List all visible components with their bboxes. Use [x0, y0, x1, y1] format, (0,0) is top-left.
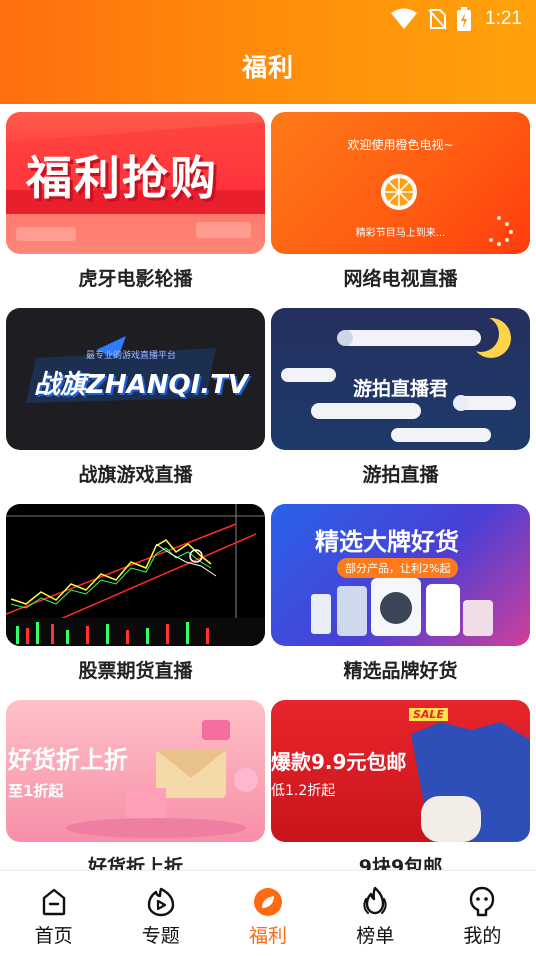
tab-label: 我的: [463, 925, 502, 947]
card-thumbnail: SALE 爆款9.9元包邮 低1.2折起: [271, 700, 530, 842]
tab-label: 福利: [249, 925, 288, 947]
card-thumbnail: [6, 504, 265, 646]
tab-home[interactable]: 首页: [0, 871, 107, 956]
card-discount-goods[interactable]: 好货折上折 至1折起 好货折上折: [6, 700, 265, 870]
status-time: 1:21: [485, 8, 522, 29]
stock-chart-art: [6, 504, 265, 646]
card-label: 战旗游戏直播: [78, 464, 193, 486]
zhanqi-slogan: 最专业的游戏直播平台: [86, 351, 177, 361]
profile-icon: [470, 886, 495, 917]
tab-profile[interactable]: 我的: [429, 871, 536, 956]
tab-rank[interactable]: 榜单: [322, 871, 429, 956]
card-stock-futures[interactable]: 股票期货直播: [6, 504, 265, 682]
tab-label: 榜单: [356, 925, 395, 947]
home-icon: [42, 888, 65, 916]
battery-charging-icon: [457, 7, 472, 31]
card-network-tv[interactable]: 欢迎使用橙色电视~ 精彩节目马上到来... 网络电视直播: [271, 112, 530, 290]
zhanqi-logo-text: 战旗ZHANQI.TV: [34, 370, 249, 400]
no-sim-icon: [428, 9, 447, 30]
topic-icon: [147, 887, 174, 917]
page-title: 福利: [241, 53, 294, 82]
card-zhanqi-game[interactable]: 战旗ZHANQI.TV 最专业的游戏直播平台 战旗游戏直播: [6, 308, 265, 486]
card-thumbnail: 战旗ZHANQI.TV 最专业的游戏直播平台: [6, 308, 265, 450]
card-label: 精选品牌好货: [343, 660, 458, 682]
card-label: 股票期货直播: [78, 660, 193, 682]
card-thumbnail: 精选大牌好货 部分产品，让利2%起: [271, 504, 530, 646]
card-9-9-free-ship[interactable]: SALE 爆款9.9元包邮 低1.2折起 9块9包邮: [271, 700, 530, 870]
tab-topic[interactable]: 专题: [107, 871, 214, 956]
products-art: [311, 578, 493, 636]
youpai-banner-text: 游拍直播君: [352, 378, 448, 400]
app-header: 1:21 福利: [0, 0, 536, 104]
card-thumbnail: 游拍直播君: [271, 308, 530, 450]
card-youpai-live[interactable]: 游拍直播君 游拍直播: [271, 308, 530, 486]
bottom-tab-bar: 首页 专题 福利 榜单 我的: [0, 870, 536, 956]
card-thumbnail: 福利抢购: [6, 112, 265, 254]
card-label: 9块9包邮: [358, 856, 443, 870]
card-huya-movie[interactable]: 福利抢购 虎牙电影轮播: [6, 112, 265, 290]
status-bar: 1:21: [391, 6, 522, 32]
rank-icon: [363, 886, 387, 915]
card-thumbnail: 欢迎使用橙色电视~ 精彩节目马上到来...: [271, 112, 530, 254]
card-label: 虎牙电影轮播: [78, 268, 193, 290]
welfare-icon: [254, 888, 282, 916]
card-label: 网络电视直播: [343, 268, 458, 290]
tab-label: 首页: [34, 925, 73, 947]
card-thumbnail: 好货折上折 至1折起: [6, 700, 265, 842]
gift-boxes-art: [66, 720, 258, 838]
freeship-banner-sub: 低1.2折起: [271, 783, 336, 799]
welfare-grid: 福利抢购 虎牙电影轮播 欢迎使用橙色电视~ 精彩节目马上到来... 网络电视直播…: [0, 104, 536, 870]
tv-loading-text: 精彩节目马上到来...: [355, 228, 446, 239]
sale-badge: SALE: [409, 708, 448, 721]
promo-banner-text: 福利抢购: [26, 151, 218, 205]
wifi-icon: [391, 8, 418, 29]
card-brand-goods[interactable]: 精选大牌好货 部分产品，让利2%起 精选品牌好货: [271, 504, 530, 682]
tab-welfare[interactable]: 福利: [214, 871, 321, 956]
card-label: 好货折上折: [87, 856, 183, 870]
card-label: 游拍直播: [362, 464, 439, 486]
tab-label: 专题: [141, 925, 180, 947]
freeship-banner-text: 爆款9.9元包邮: [271, 750, 407, 774]
